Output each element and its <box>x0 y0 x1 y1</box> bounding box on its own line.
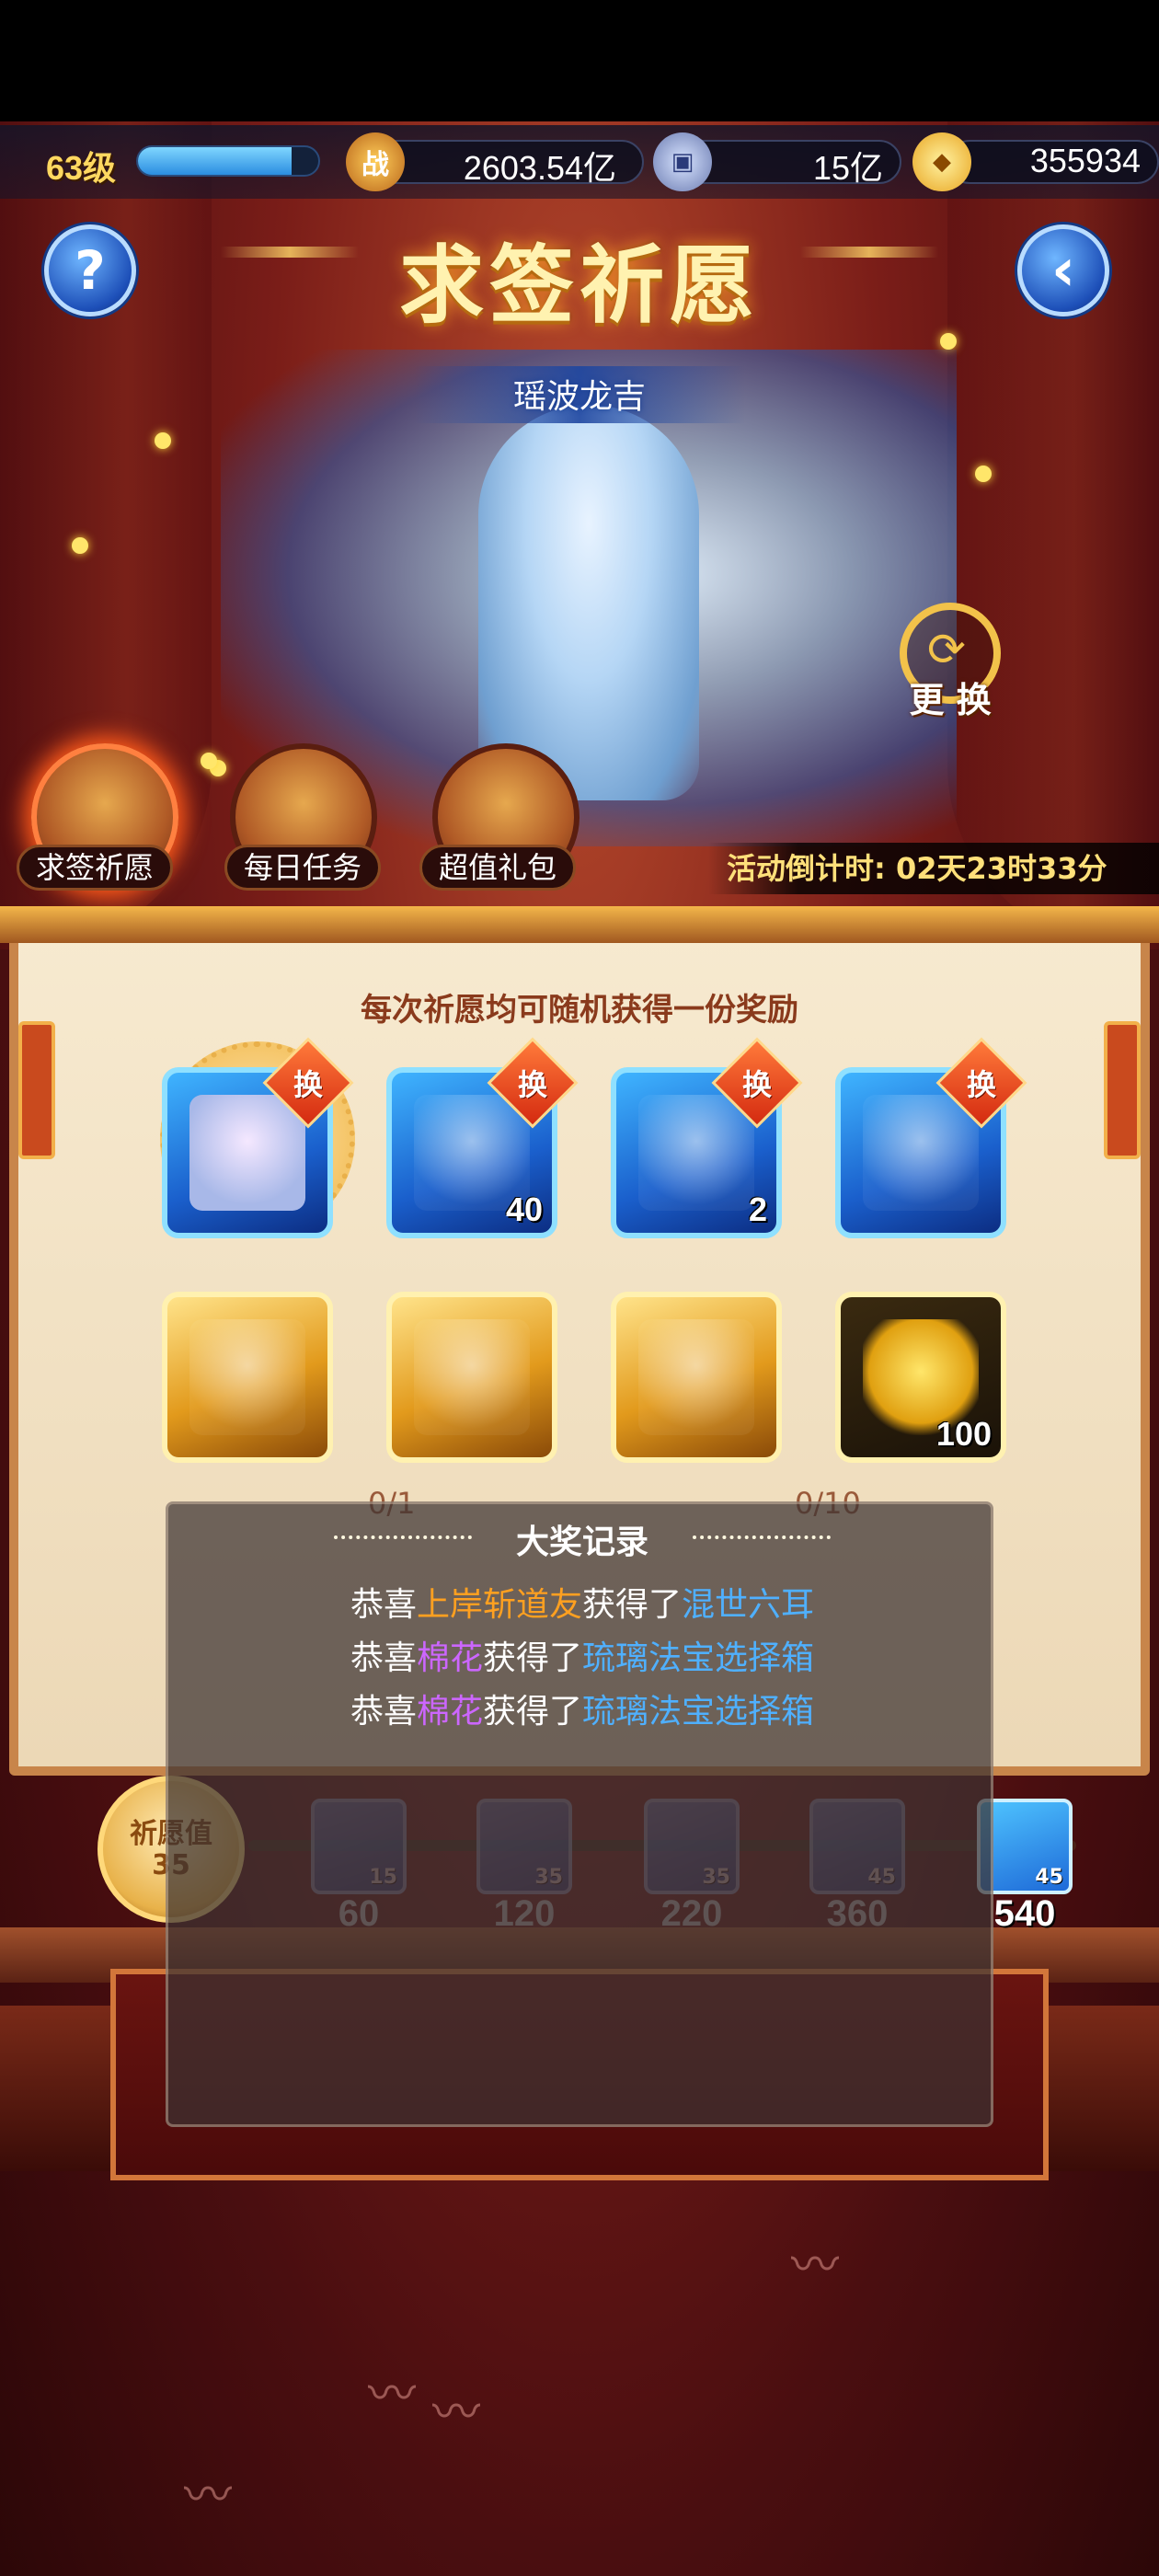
player-name: 上岸斩道友 <box>416 1586 582 1624</box>
event-countdown: 活动倒计时: 02天23时33分 <box>708 843 1159 894</box>
prize-item: 琉璃法宝选择箱 <box>582 1693 815 1731</box>
hero-figure <box>478 405 699 800</box>
resource-bar: 63级 战 2603.54亿 ▣ 15亿 ◆ 355934 <box>0 125 1159 199</box>
item-count: 2 <box>748 1190 767 1228</box>
gold-chest-icon <box>189 1319 305 1435</box>
player-level: 63级 <box>46 149 117 187</box>
tab-daily-task[interactable]: 每日任务 <box>224 845 382 891</box>
prize-item: 琉璃法宝选择箱 <box>582 1639 815 1677</box>
player-name: 棉花 <box>416 1639 483 1677</box>
sparkle <box>155 432 171 449</box>
ingot-icon: ◆ <box>912 132 971 191</box>
side-tag-left <box>18 1021 55 1159</box>
reward-item-gold-chest[interactable] <box>162 1292 333 1463</box>
sparkle <box>201 753 217 769</box>
stage-leg-right <box>1039 2006 1159 2171</box>
help-button[interactable]: ? <box>44 224 136 316</box>
ingot-value: 355934 <box>1029 142 1141 179</box>
record-title: 大奖记录 <box>515 1524 648 1561</box>
gold-card-icon <box>414 1319 530 1435</box>
card-box-icon <box>863 1095 979 1211</box>
swallow-icon: 〰 <box>791 2238 840 2294</box>
xp-fill <box>138 147 292 175</box>
hero-portrait-icon <box>189 1095 305 1211</box>
item-count: 40 <box>505 1190 543 1228</box>
card-box-icon <box>638 1095 754 1211</box>
record-prefix: 恭喜 <box>350 1693 417 1731</box>
reward-item-gold-chest-2[interactable] <box>611 1292 782 1463</box>
swallow-icon: 〰 <box>184 2468 233 2524</box>
tab-gift-pack[interactable]: 超值礼包 <box>419 845 577 891</box>
coin-value: 15亿 <box>812 149 883 187</box>
record-line: 恭喜棉花获得了琉璃法宝选择箱 <box>168 1631 996 1679</box>
record-prefix: 恭喜 <box>350 1639 417 1677</box>
prize-item: 混世六耳 <box>682 1586 815 1624</box>
swallow-icon: 〰 <box>432 2386 481 2441</box>
change-hero-label[interactable]: 更 换 <box>890 672 1010 722</box>
help-icon: ? <box>75 239 106 302</box>
record-mid: 获得了 <box>483 1693 583 1731</box>
record-line: 恭喜上岸斩道友获得了混世六耳 <box>168 1578 996 1626</box>
swap-label: 换 <box>966 1067 996 1102</box>
record-line: 恭喜棉花获得了琉璃法宝选择箱 <box>168 1685 996 1732</box>
record-prefix: 恭喜 <box>350 1586 417 1624</box>
xp-bar <box>136 145 320 177</box>
reward-item-gold-card[interactable] <box>386 1292 557 1463</box>
swap-label: 换 <box>293 1067 323 1102</box>
record-mid: 获得了 <box>582 1586 683 1624</box>
grand-prize-record: 大奖记录 恭喜上岸斩道友获得了混世六耳 恭喜棉花获得了琉璃法宝选择箱 恭喜棉花获… <box>166 1501 993 2127</box>
refresh-icon: ⟳ <box>927 623 966 676</box>
panel-subtitle: 每次祈愿均可随机获得一份奖励 <box>361 992 798 1029</box>
sparkle <box>975 466 992 482</box>
back-button[interactable]: ‹ <box>1017 224 1109 316</box>
item-count: 100 <box>935 1415 992 1453</box>
hero-name: 瑶波龙吉 <box>512 378 646 416</box>
swallow-icon: 〰 <box>368 2367 417 2422</box>
side-tag-right <box>1104 1021 1141 1159</box>
sparkle <box>940 333 957 350</box>
player-name: 棉花 <box>416 1693 483 1731</box>
sparkle <box>72 537 88 554</box>
swap-label: 换 <box>517 1067 547 1102</box>
status-bar <box>0 0 1159 121</box>
page-title: 求签祈愿 <box>398 236 760 335</box>
stage-leg-left <box>0 2006 120 2171</box>
reward-item-ingots[interactable]: 100 <box>835 1292 1006 1463</box>
milestone-badge: 45 <box>1035 1866 1063 1889</box>
record-mid: 获得了 <box>483 1639 583 1677</box>
gold-chest-icon <box>638 1319 754 1435</box>
panel-top-bar <box>0 906 1159 943</box>
swap-label: 换 <box>741 1067 772 1102</box>
tab-wish[interactable]: 求签祈愿 <box>17 845 174 891</box>
back-arrow-icon: ‹ <box>1050 236 1076 305</box>
power-value: 2603.54亿 <box>463 149 616 187</box>
